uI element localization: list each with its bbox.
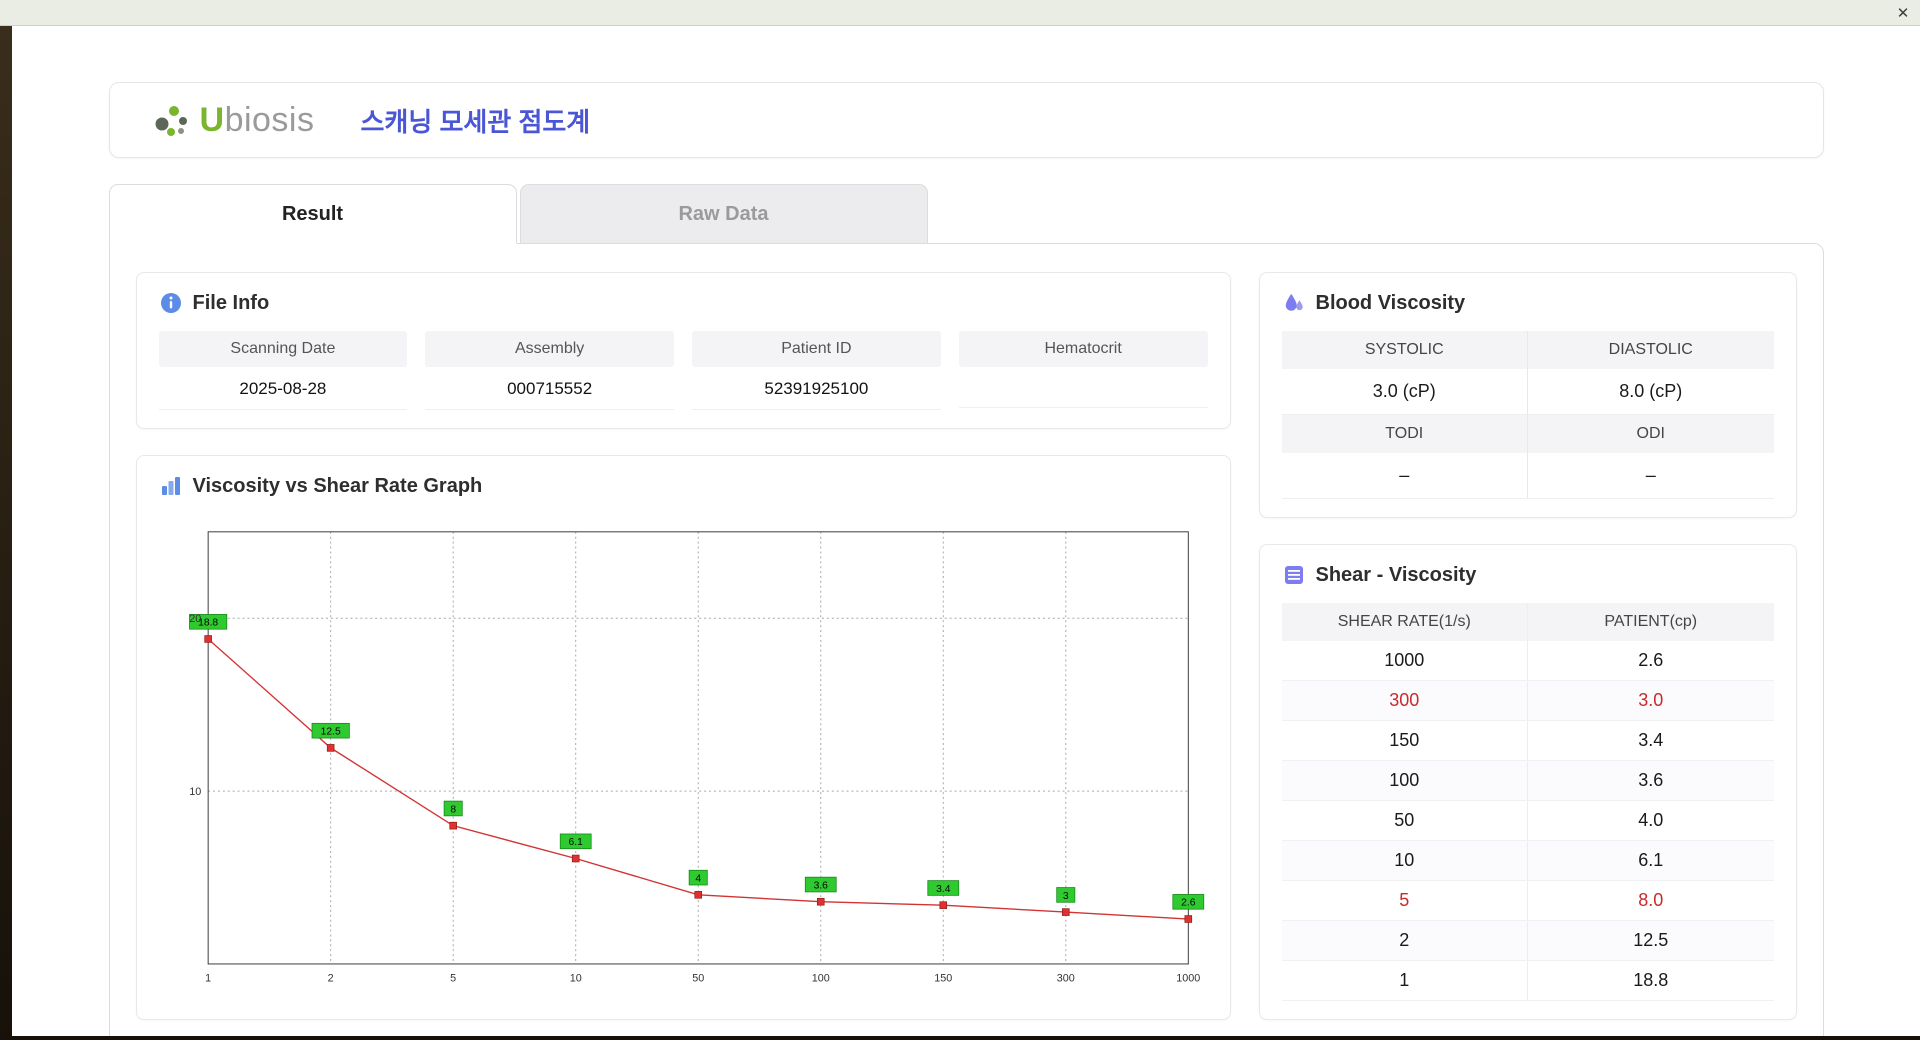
svg-text:12.5: 12.5 [320,727,340,738]
table-row: 300 3.0 [1282,681,1774,721]
shear-rate-cell: 1000 [1282,641,1528,681]
svg-text:2.6: 2.6 [1181,898,1196,909]
field-label: Patient ID [692,331,941,367]
field-hematocrit: Hematocrit [959,331,1208,410]
field-value [959,367,1208,408]
shear-viscosity-title: Shear - Viscosity [1316,564,1477,587]
patient-cell: 3.6 [1528,761,1774,801]
svg-text:1000: 1000 [1176,973,1200,985]
odi-value: – [1528,453,1774,499]
shear-rate-cell: 100 [1282,761,1528,801]
systolic-label: SYSTOLIC [1282,331,1528,369]
svg-text:10: 10 [189,786,201,798]
patient-cell: 8.0 [1528,881,1774,921]
table-row: 5 8.0 [1282,881,1774,921]
patient-cell: 6.1 [1528,841,1774,881]
graph-title: Viscosity vs Shear Rate Graph [193,475,483,498]
shear-rate-cell: 10 [1282,841,1528,881]
logo-dots-icon [150,98,194,142]
patient-cell: 3.4 [1528,721,1774,761]
svg-text:2: 2 [327,973,333,985]
svg-text:20: 20 [189,613,201,625]
app-header: Ubiosis 스캐닝 모세관 점도계 [109,82,1824,158]
diastolic-value: 8.0 (cP) [1528,369,1774,415]
table-row: 150 3.4 [1282,721,1774,761]
patient-cell: 4.0 [1528,801,1774,841]
svg-text:3.4: 3.4 [936,884,951,895]
file-info-title: File Info [193,292,270,315]
window-titlebar: ✕ [0,0,1920,26]
field-assembly: Assembly 000715552 [425,331,674,410]
shear-rate-cell: 50 [1282,801,1528,841]
field-patient-id: Patient ID 52391925100 [692,331,941,410]
field-value: 000715552 [425,367,674,410]
blood-viscosity-card: Blood Viscosity SYSTOLIC DIASTOLIC 3.0 (… [1259,272,1797,518]
info-icon [159,291,183,315]
svg-text:1: 1 [205,973,211,985]
shear-viscosity-table: SHEAR RATE(1/s) PATIENT(cp) 1000 2.6 300 [1282,603,1774,1001]
close-icon[interactable]: ✕ [1890,2,1916,24]
table-row: 100 3.6 [1282,761,1774,801]
grid-table-icon [1282,563,1306,587]
svg-text:50: 50 [692,973,704,985]
svg-text:3: 3 [1062,891,1068,902]
shear-rate-cell: 1 [1282,961,1528,1001]
svg-text:5: 5 [450,973,456,985]
shear-rate-column-header: SHEAR RATE(1/s) [1282,603,1528,641]
chart-canvas: 18.812.586.143.63.432.610201251050100150… [161,522,1206,991]
svg-text:3.6: 3.6 [813,880,828,891]
patient-cell: 2.6 [1528,641,1774,681]
field-value: 2025-08-28 [159,367,408,410]
viscosity-chart: 18.812.586.143.63.432.610201251050100150… [159,514,1208,1001]
odi-label: ODI [1528,415,1774,454]
svg-text:300: 300 [1056,973,1074,985]
todi-value: – [1282,453,1528,499]
patient-cell: 3.0 [1528,681,1774,721]
shear-rate-cell: 2 [1282,921,1528,961]
diastolic-label: DIASTOLIC [1528,331,1774,369]
table-row: 50 4.0 [1282,801,1774,841]
svg-text:6.1: 6.1 [568,837,583,848]
bar-chart-icon [159,474,183,498]
svg-text:4: 4 [695,874,701,885]
svg-text:100: 100 [811,973,829,985]
field-scanning-date: Scanning Date 2025-08-28 [159,331,408,410]
shear-rate-cell: 300 [1282,681,1528,721]
shear-viscosity-card: Shear - Viscosity SHEAR RATE(1/s) PATIEN… [1259,544,1797,1020]
patient-column-header: PATIENT(cp) [1528,603,1774,641]
field-label: Scanning Date [159,331,408,367]
shear-rate-cell: 150 [1282,721,1528,761]
field-label: Assembly [425,331,674,367]
table-row: 2 12.5 [1282,921,1774,961]
todi-label: TODI [1282,415,1528,454]
tab-result[interactable]: Result [109,184,517,244]
systolic-value: 3.0 (cP) [1282,369,1528,415]
svg-text:10: 10 [569,973,581,985]
field-value: 52391925100 [692,367,941,410]
patient-cell: 18.8 [1528,961,1774,1001]
droplets-icon [1282,291,1306,315]
viscosity-graph-card: Viscosity vs Shear Rate Graph 18.812.586… [136,455,1231,1020]
blood-viscosity-title: Blood Viscosity [1316,292,1466,315]
svg-text:150: 150 [934,973,952,985]
logo-text: Ubiosis [200,101,315,140]
field-label: Hematocrit [959,331,1208,367]
file-info-card: File Info Scanning Date 2025-08-28 Assem… [136,272,1231,429]
table-row: 1 18.8 [1282,961,1774,1001]
ubiosis-logo: Ubiosis [150,98,315,142]
tab-bar: Result Raw Data [109,184,1824,243]
result-panel: File Info Scanning Date 2025-08-28 Assem… [109,243,1824,1036]
table-row: 10 6.1 [1282,841,1774,881]
tab-raw-data[interactable]: Raw Data [520,184,928,244]
table-row: 1000 2.6 [1282,641,1774,681]
app-window: Ubiosis 스캐닝 모세관 점도계 Result Raw Data [12,26,1920,1036]
shear-rate-cell: 5 [1282,881,1528,921]
page-title: 스캐닝 모세관 점도계 [361,102,591,139]
blood-viscosity-table: SYSTOLIC DIASTOLIC 3.0 (cP) 8.0 (cP) TOD… [1282,331,1774,499]
patient-cell: 12.5 [1528,921,1774,961]
svg-text:8: 8 [450,804,456,815]
